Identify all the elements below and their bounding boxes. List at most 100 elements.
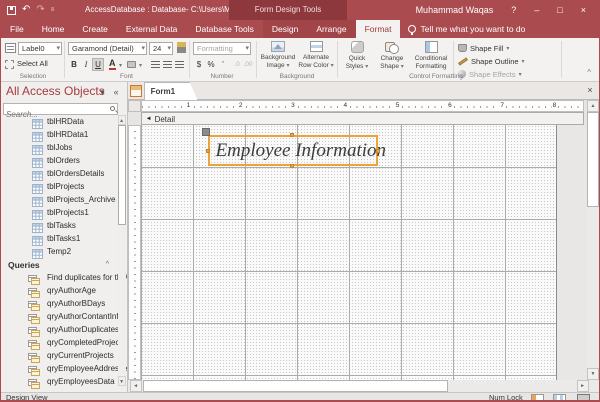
nav-item-qryCurrentProjects[interactable]: qryCurrentProjects — [1, 349, 119, 362]
group-collapse-icon[interactable]: ^ — [106, 261, 109, 268]
save-icon[interactable] — [7, 6, 16, 15]
nav-item-qryEmployeesData[interactable]: qryEmployeesData — [1, 375, 119, 388]
bold-button[interactable]: B — [68, 58, 80, 71]
format-painter-icon[interactable] — [177, 42, 186, 53]
scroll-right-icon[interactable]: ► — [577, 380, 589, 392]
percent-button[interactable]: % — [205, 58, 217, 71]
help-button[interactable]: ? — [502, 0, 525, 20]
ruler-number-3: 3 — [290, 102, 296, 109]
nav-item-qryAuthorContantInfo[interactable]: qryAuthorContantInfo — [1, 310, 119, 323]
italic-button[interactable]: I — [80, 58, 92, 71]
nav-scroll-up-icon[interactable]: ▲ — [118, 115, 126, 125]
underline-button[interactable]: U — [92, 58, 104, 71]
redo-icon[interactable]: ↷ — [36, 5, 44, 15]
nav-item-tblHRData[interactable]: tblHRData — [1, 115, 119, 128]
align-right-icon[interactable] — [175, 59, 184, 68]
nav-item-qryCompletedProjects[interactable]: qryCompletedProjects — [1, 336, 119, 349]
nav-item-tblOrders[interactable]: tblOrders — [1, 154, 119, 167]
select-all-button[interactable]: Select All — [17, 59, 48, 68]
shape-fill-button[interactable]: Shape Fill ▾ — [458, 42, 509, 54]
maximize-button[interactable]: □ — [548, 0, 571, 20]
group-label-selection: Selection — [3, 73, 63, 80]
nav-item-qryAuthorBDays[interactable]: qryAuthorBDays — [1, 297, 119, 310]
customize-quick-access-icon[interactable]: ≡ — [51, 7, 55, 13]
scroll-left-icon[interactable]: ◄ — [130, 380, 142, 392]
tell-me-box[interactable]: Tell me what you want to do — [400, 20, 533, 38]
shape-fill-icon — [458, 44, 467, 52]
move-handle[interactable] — [202, 128, 210, 136]
resize-handle-bottom[interactable] — [290, 164, 294, 168]
resize-handle-top[interactable] — [290, 133, 294, 137]
currency-button[interactable]: $ — [193, 58, 205, 71]
nav-item-Find duplicates for tblAuthors[interactable]: Find duplicates for tblAuthors — [1, 271, 119, 284]
font-size-combo[interactable]: 24 — [149, 42, 173, 55]
nav-shutter-icon[interactable]: « — [114, 87, 119, 97]
tab-file[interactable]: File — [1, 20, 33, 38]
nav-item-qryAuthorAge[interactable]: qryAuthorAge — [1, 284, 119, 297]
undo-icon[interactable]: ↶ — [22, 5, 30, 15]
align-center-icon[interactable] — [163, 59, 172, 68]
number-format-combo[interactable]: Formatting — [193, 42, 251, 55]
ruler-corner-box[interactable] — [128, 100, 141, 112]
tab-external-data[interactable]: External Data — [117, 20, 187, 38]
tab-create[interactable]: Create — [73, 20, 117, 38]
user-account[interactable]: Muhammad Waqas — [407, 0, 503, 20]
fill-color-icon[interactable] — [127, 61, 136, 68]
scroll-down-icon[interactable]: ▼ — [587, 368, 599, 380]
nav-pane-header: All Access Objects ▾ « — [1, 82, 127, 102]
document-close-icon[interactable]: × — [584, 84, 596, 97]
scroll-up-icon[interactable]: ▲ — [587, 100, 599, 112]
align-left-icon[interactable] — [151, 59, 160, 68]
horizontal-ruler[interactable]: 12345678 — [141, 100, 584, 112]
object-selector-combo[interactable]: Label0 — [18, 42, 62, 55]
fill-color-dropdown-icon[interactable]: ▾ — [139, 62, 142, 69]
detail-section-bar[interactable]: ◄ Detail — [141, 112, 584, 125]
horizontal-scrollbar[interactable]: ◄ ► — [128, 380, 599, 392]
vertical-scrollbar[interactable]: ▲ ▼ — [587, 100, 599, 392]
document-tab-form1[interactable]: Form1 — [144, 82, 198, 100]
nav-scrollbar-thumb[interactable] — [118, 125, 126, 225]
comma-button[interactable]: ' — [217, 58, 229, 71]
section-arrow-icon: ◄ — [146, 116, 152, 122]
nav-item-Temp2[interactable]: Temp2 — [1, 245, 119, 258]
nav-menu-icon[interactable]: ▾ — [100, 87, 105, 97]
label-control-employee-information[interactable]: Employee Information — [208, 135, 378, 166]
change-shape-icon — [385, 41, 399, 53]
font-name-combo[interactable]: Garamond (Detail) — [68, 42, 147, 55]
nav-group-queries[interactable]: Queries^ — [1, 258, 119, 271]
tab-design[interactable]: Design — [263, 20, 307, 38]
nav-item-tblProjects1[interactable]: tblProjects1 — [1, 206, 119, 219]
tab-database-tools[interactable]: Database Tools — [186, 20, 262, 38]
horizontal-scrollbar-thumb[interactable] — [143, 380, 448, 392]
nav-item-tblOrdersDetails[interactable]: tblOrdersDetails — [1, 167, 119, 180]
font-color-icon[interactable]: A — [109, 59, 116, 70]
decrease-decimal-icon[interactable]: .00 — [242, 58, 254, 71]
nav-item-qryEmployeeAddresses[interactable]: qryEmployeeAddresses — [1, 362, 119, 375]
nav-item-tblHRData1[interactable]: tblHRData1 — [1, 128, 119, 141]
close-button[interactable]: × — [572, 0, 595, 20]
nav-item-qryAuthorDuplicates[interactable]: qryAuthorDuplicates — [1, 323, 119, 336]
lightbulb-icon — [408, 25, 416, 33]
tab-home[interactable]: Home — [33, 20, 74, 38]
resize-handle-left[interactable] — [206, 149, 210, 153]
search-icon[interactable] — [110, 106, 115, 111]
nav-item-tblProjects[interactable]: tblProjects — [1, 180, 119, 193]
nav-scrollbar[interactable]: ▲ ▼ — [118, 115, 126, 386]
nav-pane-title: All Access Objects — [6, 84, 105, 98]
nav-item-tblTasks1[interactable]: tblTasks1 — [1, 232, 119, 245]
tab-arrange[interactable]: Arrange — [307, 20, 355, 38]
nav-item-label: qryEmployeesData — [47, 377, 115, 386]
minimize-button[interactable]: – — [525, 0, 548, 20]
nav-scroll-down-icon[interactable]: ▼ — [118, 376, 126, 386]
nav-item-tblTasks[interactable]: tblTasks — [1, 219, 119, 232]
design-surface-margin — [557, 125, 589, 380]
vertical-scrollbar-thumb[interactable] — [587, 112, 599, 207]
nav-item-tblProjects_Archive[interactable]: tblProjects_Archive — [1, 193, 119, 206]
vertical-ruler[interactable] — [128, 125, 141, 380]
nav-item-tblJobs[interactable]: tblJobs — [1, 141, 119, 154]
tab-format[interactable]: Format — [356, 20, 401, 38]
font-color-dropdown-icon[interactable]: ▾ — [119, 62, 122, 69]
shape-outline-button[interactable]: Shape Outline ▾ — [458, 55, 525, 67]
resize-handle-right[interactable] — [376, 149, 380, 153]
collapse-ribbon-icon[interactable]: ^ — [587, 68, 591, 77]
